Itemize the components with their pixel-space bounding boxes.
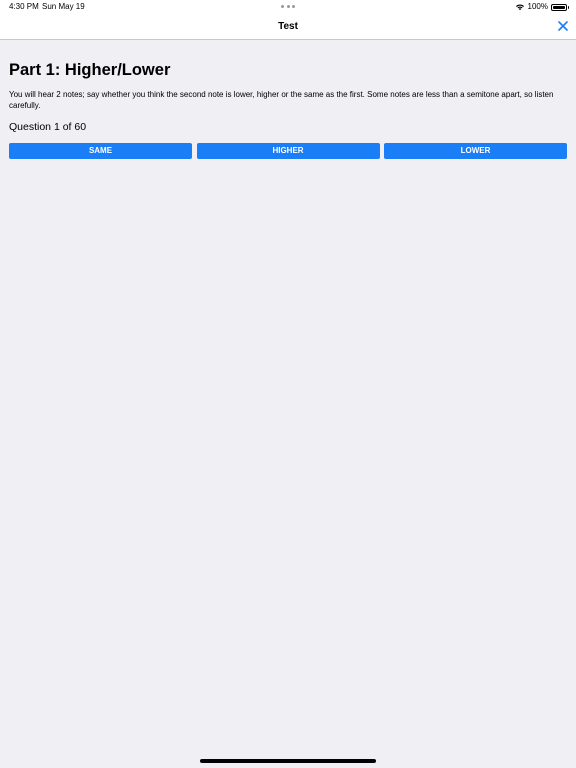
multitasking-dots-icon[interactable]: [281, 5, 295, 9]
instructions-text: You will hear 2 notes; say whether you t…: [9, 90, 554, 110]
same-button[interactable]: SAME: [9, 143, 192, 159]
page-title: Part 1: Higher/Lower: [9, 61, 171, 79]
status-time: 4:30 PM: [9, 2, 39, 11]
lower-button[interactable]: LOWER: [384, 143, 567, 159]
battery-icon: [551, 3, 569, 11]
answer-buttons: SAME HIGHER LOWER: [9, 143, 567, 159]
status-indicators: 100%: [515, 0, 569, 14]
nav-title: Test: [278, 21, 298, 32]
battery-fill: [553, 5, 565, 9]
battery-percentage: 100%: [527, 2, 548, 11]
wifi-icon: [515, 4, 524, 11]
status-date: Sun May 19: [42, 2, 85, 11]
close-icon[interactable]: [557, 20, 569, 32]
navigation-bar: Test: [0, 14, 576, 40]
higher-button[interactable]: HIGHER: [196, 143, 380, 159]
question-counter: Question 1 of 60: [9, 121, 87, 133]
home-indicator[interactable]: [200, 759, 376, 763]
main-content: Part 1: Higher/Lower You will hear 2 not…: [9, 40, 567, 159]
status-bar: 4:30 PM Sun May 19 100%: [0, 0, 576, 14]
